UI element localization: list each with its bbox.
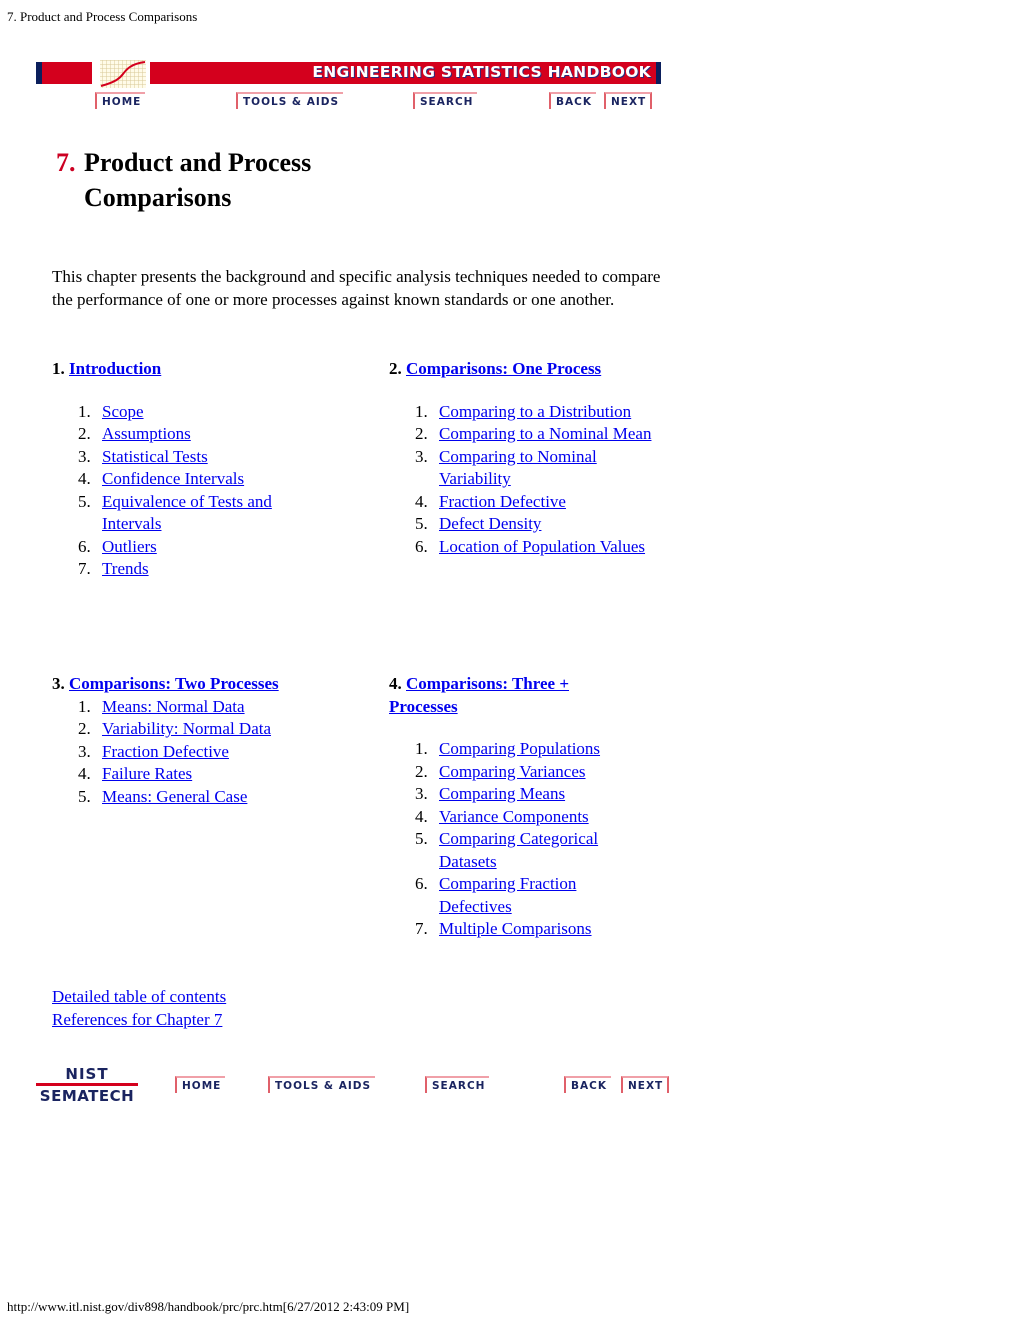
- link-nominal-mean[interactable]: Comparing to a Nominal Mean: [439, 424, 651, 443]
- link-variability-normal[interactable]: Variability: Normal Data: [102, 719, 271, 738]
- list-item: 5. Equivalence of Tests and Intervals: [78, 491, 272, 534]
- footer-home-button[interactable]: HOME: [175, 1076, 226, 1093]
- list-item: 3. Comparing Means: [415, 784, 566, 803]
- nist-sematech-logo[interactable]: NIST SEMATECH: [34, 1066, 140, 1106]
- section-1-list: 1. Scope 2. Assumptions 3. Statistical Test…: [52, 401, 372, 581]
- link-defect-density[interactable]: Defect Density: [439, 514, 541, 533]
- list-item: 7. Trends: [78, 559, 149, 578]
- back-button[interactable]: BACK: [549, 92, 596, 109]
- chapter-intro: This chapter presents the background and…: [52, 267, 661, 309]
- link-outliers[interactable]: Outliers: [102, 537, 157, 556]
- list-item: 1. Scope: [78, 401, 144, 421]
- section-number: 2.: [389, 359, 402, 378]
- list-item: 1. Means: Normal Data: [78, 696, 245, 716]
- list-item: 5. Defect Density: [415, 514, 542, 533]
- browser-footer-url: http://www.itl.nist.gov/div898/handbook/…: [7, 1299, 410, 1314]
- footer-tools-aids-button[interactable]: TOOLS & AIDS: [268, 1076, 376, 1093]
- search-button[interactable]: SEARCH: [413, 92, 478, 109]
- handbook-banner: ENGINEERING STATISTICS HANDBOOK HOME TOO…: [36, 60, 661, 110]
- link-categorical-datasets[interactable]: Comparing Categorical Datasets: [439, 829, 598, 871]
- list-item: 6. Comparing Fraction Defectives: [415, 874, 577, 916]
- list-item: 5. Comparing Categorical Datasets: [415, 829, 599, 871]
- link-means-normal[interactable]: Means: Normal Data: [102, 697, 245, 716]
- link-comparing-populations[interactable]: Comparing Populations: [439, 739, 600, 758]
- banner-title-bar: ENGINEERING STATISTICS HANDBOOK: [150, 62, 661, 84]
- link-failure-rates[interactable]: Failure Rates: [102, 764, 192, 783]
- list-item: 4. Variance Components: [415, 806, 589, 826]
- list-item: 3. Fraction Defective: [78, 741, 229, 761]
- link-trends[interactable]: Trends: [102, 559, 149, 578]
- section-2-list: 1. Comparing to a Distribution 2. Comparin…: [389, 401, 689, 559]
- list-item: 6. Location of Population Values: [415, 536, 646, 556]
- list-item: 6. Outliers: [78, 536, 157, 556]
- bottom-links: Detailed table of contents References fo…: [52, 986, 226, 1031]
- section-link-one-process[interactable]: Comparisons: One Process: [406, 359, 601, 378]
- link-fraction-defective[interactable]: Fraction Defective: [439, 492, 566, 511]
- link-population-location[interactable]: Location of Population Values: [439, 537, 645, 556]
- logo-top-text: NIST: [65, 1065, 109, 1083]
- link-comparing-means[interactable]: Comparing Means: [439, 784, 565, 803]
- chapter-title: 7. Product and Process Comparisons: [56, 145, 311, 212]
- section-link-introduction[interactable]: Introduction: [69, 359, 161, 378]
- link-assumptions[interactable]: Assumptions: [102, 424, 191, 443]
- link-multiple-comparisons[interactable]: Multiple Comparisons: [439, 919, 592, 938]
- section-two-processes: 3. Comparisons: Two Processes 1. Means: N…: [52, 673, 372, 808]
- browser-page-title: 7. Product and Process Comparisons: [7, 9, 198, 24]
- list-item: 1. Comparing to a Distribution: [415, 401, 632, 421]
- logo-rule: [36, 1083, 138, 1086]
- home-button[interactable]: HOME: [95, 92, 146, 109]
- link-scope[interactable]: Scope: [102, 402, 144, 421]
- link-statistical-tests[interactable]: Statistical Tests: [102, 447, 208, 466]
- section-link-three-plus[interactable]: Comparisons: Three + Processes: [389, 674, 569, 716]
- section-4-list: 1. Comparing Populations 2. Comparing Vari…: [389, 738, 629, 941]
- next-button[interactable]: NEXT: [604, 92, 653, 109]
- banner-bar-left: [36, 62, 92, 84]
- link-fraction-defective-2[interactable]: Fraction Defective: [102, 742, 229, 761]
- link-comparing-variances[interactable]: Comparing Variances: [439, 762, 586, 781]
- list-item: 2. Comparing to a Nominal Mean: [415, 424, 652, 443]
- list-item: 1. Comparing Populations: [415, 739, 601, 758]
- list-item: 3. Comparing to Nominal Variability: [415, 446, 597, 489]
- section-number: 4.: [389, 674, 402, 693]
- chapter-number: 7.: [56, 148, 76, 177]
- section-three-plus: 4. Comparisons: Three + Processes 1. Comp…: [389, 673, 629, 941]
- list-item: 2. Assumptions: [78, 424, 191, 443]
- link-nominal-variability[interactable]: Comparing to Nominal Variability: [439, 447, 597, 489]
- list-item: 4. Confidence Intervals: [78, 469, 245, 488]
- banner-title: ENGINEERING STATISTICS HANDBOOK: [312, 63, 651, 81]
- references-link[interactable]: References for Chapter 7: [52, 1010, 222, 1029]
- graph-curve-logo-icon[interactable]: [98, 60, 148, 88]
- chapter-title-line1: Product and Process: [84, 148, 312, 177]
- link-confidence-intervals[interactable]: Confidence Intervals: [102, 469, 244, 488]
- link-comparing-distribution[interactable]: Comparing to a Distribution: [439, 402, 631, 421]
- list-item: 4. Failure Rates: [78, 764, 193, 783]
- tools-aids-button[interactable]: TOOLS & AIDS: [236, 92, 344, 109]
- logo-bottom-text: SEMATECH: [39, 1087, 135, 1105]
- section-3-list: 1. Means: Normal Data 2. Variability: Norm…: [52, 696, 372, 809]
- chapter-title-line2: Comparisons: [84, 183, 232, 212]
- footer-next-button[interactable]: NEXT: [621, 1076, 670, 1093]
- footer-search-button[interactable]: SEARCH: [425, 1076, 490, 1093]
- link-fraction-defectives[interactable]: Comparing Fraction Defectives: [439, 874, 576, 916]
- list-item: 7. Multiple Comparisons: [415, 919, 592, 938]
- section-one-process: 2. Comparisons: One Process 1. Comparing …: [389, 358, 689, 558]
- section-introduction: 1. Introduction 1. Scope 2. Assumptions 3.…: [52, 358, 372, 581]
- section-link-two-processes[interactable]: Comparisons: Two Processes: [69, 674, 279, 693]
- link-equivalence[interactable]: Equivalence of Tests and Intervals: [102, 492, 272, 534]
- section-number: 1.: [52, 359, 65, 378]
- list-item: 3. Statistical Tests: [78, 446, 208, 466]
- link-means-general[interactable]: Means: General Case: [102, 787, 247, 806]
- list-item: 5. Means: General Case: [78, 786, 248, 806]
- detailed-toc-link[interactable]: Detailed table of contents: [52, 987, 226, 1006]
- list-item: 2. Variability: Normal Data: [78, 719, 272, 738]
- list-item: 4. Fraction Defective: [415, 491, 566, 511]
- list-item: 2. Comparing Variances: [415, 761, 586, 781]
- link-variance-components[interactable]: Variance Components: [439, 807, 589, 826]
- footer-back-button[interactable]: BACK: [564, 1076, 611, 1093]
- section-number: 3.: [52, 674, 65, 693]
